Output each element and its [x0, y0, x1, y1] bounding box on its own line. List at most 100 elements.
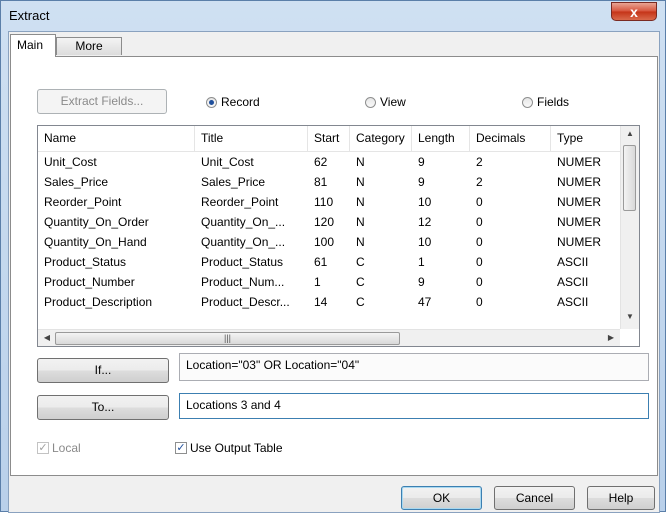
tab-main[interactable]: Main	[10, 34, 56, 57]
column-header-start[interactable]: Start	[308, 126, 350, 151]
table-cell: 9	[418, 275, 425, 289]
list-header: Name Title Start Category Length Decimal…	[38, 126, 639, 152]
scroll-down-arrow-icon[interactable]: ▼	[622, 312, 638, 321]
table-cell: C	[356, 255, 365, 269]
table-cell: ASCII	[557, 275, 589, 289]
table-row[interactable]: Quantity_On_Order Quantity_On_... 120 N 12 0 N…	[38, 212, 621, 232]
table-cell: Product_Num...	[201, 275, 285, 289]
radio-fields-label: Fields	[537, 95, 570, 109]
table-cell: 61	[314, 255, 328, 269]
use-output-table-check-icon: ✓	[175, 442, 187, 454]
table-cell: NUMER	[557, 215, 601, 229]
radio-record[interactable]: Record	[206, 95, 260, 109]
table-cell: Sales_Price	[44, 175, 109, 189]
table-cell: 62	[314, 155, 328, 169]
scroll-left-arrow-icon[interactable]: ◀	[39, 333, 55, 342]
table-cell: 1	[314, 275, 321, 289]
dialog-client: Main More Extract Fields... Record View …	[8, 31, 660, 513]
radio-record-dot[interactable]	[206, 96, 217, 108]
radio-fields-dot[interactable]	[522, 96, 533, 108]
table-cell: ASCII	[557, 255, 589, 269]
table-cell: 10	[418, 235, 432, 249]
table-cell: Sales_Price	[201, 175, 266, 189]
table-cell: NUMER	[557, 195, 601, 209]
horizontal-scroll-thumb[interactable]: |||	[55, 332, 400, 345]
table-cell: Unit_Cost	[201, 155, 254, 169]
to-button[interactable]: To...	[37, 395, 169, 420]
table-cell: Product_Status	[44, 255, 127, 269]
local-checkbox[interactable]: ✓ Local	[37, 441, 81, 455]
table-cell: N	[356, 195, 365, 209]
radio-view[interactable]: View	[365, 95, 406, 109]
use-output-table-checkbox[interactable]: ✓ Use Output Table	[175, 441, 283, 455]
table-cell: 100	[314, 235, 335, 249]
table-cell: Product_Description	[44, 295, 153, 309]
column-header-name[interactable]: Name	[38, 126, 195, 151]
table-cell: N	[356, 215, 365, 229]
scroll-up-arrow-icon[interactable]: ▲	[622, 129, 638, 138]
tab-more[interactable]: More	[56, 37, 122, 55]
table-cell: 1	[418, 255, 425, 269]
table-cell: 81	[314, 175, 328, 189]
close-button[interactable]: x	[611, 2, 657, 21]
to-output-field[interactable]: Locations 3 and 4	[179, 393, 649, 419]
table-row[interactable]: Reorder_Point Reorder_Point 110 N 10 0 NUMER	[38, 192, 621, 212]
table-cell: C	[356, 275, 365, 289]
table-row[interactable]: Unit_Cost Unit_Cost 62 N 9 2 NUMER	[38, 152, 621, 172]
vertical-scrollbar[interactable]: ▲ ▼	[620, 126, 639, 329]
table-cell: 9	[418, 155, 425, 169]
column-header-length[interactable]: Length	[412, 126, 470, 151]
table-cell: Quantity_On_...	[201, 215, 286, 229]
radio-fields[interactable]: Fields	[522, 95, 569, 109]
table-row[interactable]: Sales_Price Sales_Price 81 N 9 2 NUMER	[38, 172, 621, 192]
column-header-type[interactable]: Type	[551, 126, 621, 151]
main-tab-panel: Extract Fields... Record View Fields Nam…	[10, 56, 658, 476]
table-cell: N	[356, 155, 365, 169]
column-header-title[interactable]: Title	[195, 126, 308, 151]
table-cell: NUMER	[557, 155, 601, 169]
table-cell: 2	[476, 175, 483, 189]
if-expression-field[interactable]: Location="03" OR Location="04"	[179, 353, 649, 381]
table-cell: Product_Number	[44, 275, 135, 289]
if-button[interactable]: If...	[37, 358, 169, 383]
ok-button[interactable]: OK	[401, 486, 482, 510]
table-cell: 0	[476, 235, 483, 249]
table-cell: NUMER	[557, 175, 601, 189]
table-cell: Quantity_On_Order	[44, 215, 149, 229]
table-row[interactable]: Quantity_On_Hand Quantity_On_... 100 N 10 0 NU…	[38, 232, 621, 252]
table-cell: 9	[418, 175, 425, 189]
table-cell: 0	[476, 295, 483, 309]
use-output-table-label: Use Output Table	[190, 441, 283, 455]
table-cell: 0	[476, 195, 483, 209]
table-row[interactable]: Product_Status Product_Status 61 C 1 0 ASCII	[38, 252, 621, 272]
table-cell: Quantity_On_...	[201, 235, 286, 249]
column-header-decimals[interactable]: Decimals	[470, 126, 551, 151]
column-header-category[interactable]: Category	[350, 126, 412, 151]
table-cell: Reorder_Point	[201, 195, 279, 209]
horizontal-scrollbar[interactable]: ◀ ||| ▶	[38, 329, 620, 346]
table-cell: 110	[314, 195, 334, 209]
local-check-icon: ✓	[37, 442, 49, 454]
table-cell: 12	[418, 215, 432, 229]
table-cell: N	[356, 175, 365, 189]
table-cell: 47	[418, 295, 432, 309]
table-cell: C	[356, 295, 365, 309]
window-title: Extract	[9, 8, 50, 23]
table-cell: 10	[418, 195, 432, 209]
vertical-scroll-thumb[interactable]	[623, 145, 636, 211]
table-cell: 0	[476, 255, 483, 269]
scroll-right-arrow-icon[interactable]: ▶	[603, 333, 619, 342]
help-button[interactable]: Help	[587, 486, 655, 510]
cancel-button[interactable]: Cancel	[494, 486, 575, 510]
radio-view-label: View	[380, 95, 406, 109]
table-cell: Product_Status	[201, 255, 284, 269]
table-cell: ASCII	[557, 295, 589, 309]
radio-view-dot[interactable]	[365, 96, 376, 108]
table-cell: 120	[314, 215, 335, 229]
fields-list[interactable]: Name Title Start Category Length Decimal…	[37, 125, 640, 347]
extract-fields-button[interactable]: Extract Fields...	[37, 89, 167, 114]
table-cell: Reorder_Point	[44, 195, 122, 209]
table-row[interactable]: Product_Number Product_Num... 1 C 9 0 ASCII	[38, 272, 621, 292]
table-row[interactable]: Product_Description Product_Descr... 14 C 47…	[38, 292, 621, 312]
table-cell: Unit_Cost	[44, 155, 97, 169]
